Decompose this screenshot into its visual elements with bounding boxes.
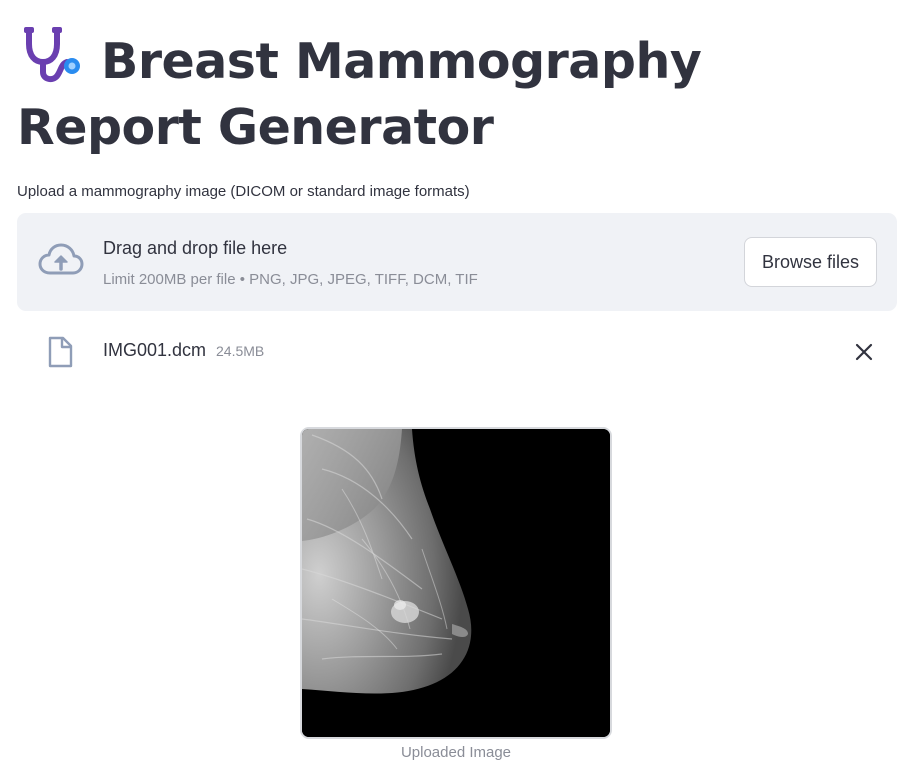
file-icon (47, 336, 73, 368)
uploaded-image-preview (300, 427, 612, 739)
uploaded-file-row: IMG001.dcm 24.5MB (17, 330, 897, 374)
file-dropzone[interactable]: Drag and drop file here Limit 200MB per … (17, 213, 897, 311)
uploader-label: Upload a mammography image (DICOM or sta… (17, 183, 470, 200)
close-icon (855, 343, 873, 361)
page-title: Breast Mammography Report Generator (17, 26, 897, 161)
dropzone-limit-text: Limit 200MB per file • PNG, JPG, JPEG, T… (103, 271, 478, 288)
stethoscope-icon (17, 26, 81, 84)
uploaded-file-name: IMG001.dcm (103, 340, 207, 360)
page-title-text: Breast Mammography Report Generator (17, 33, 702, 156)
browse-files-button[interactable]: Browse files (744, 237, 877, 287)
uploaded-file-size: 24.5MB (216, 343, 265, 359)
cloud-upload-icon (37, 242, 85, 278)
image-caption: Uploaded Image (400, 744, 512, 761)
dropzone-instructions: Drag and drop file here (103, 238, 288, 258)
mammogram-image (302, 429, 610, 737)
remove-file-button[interactable] (849, 337, 879, 367)
